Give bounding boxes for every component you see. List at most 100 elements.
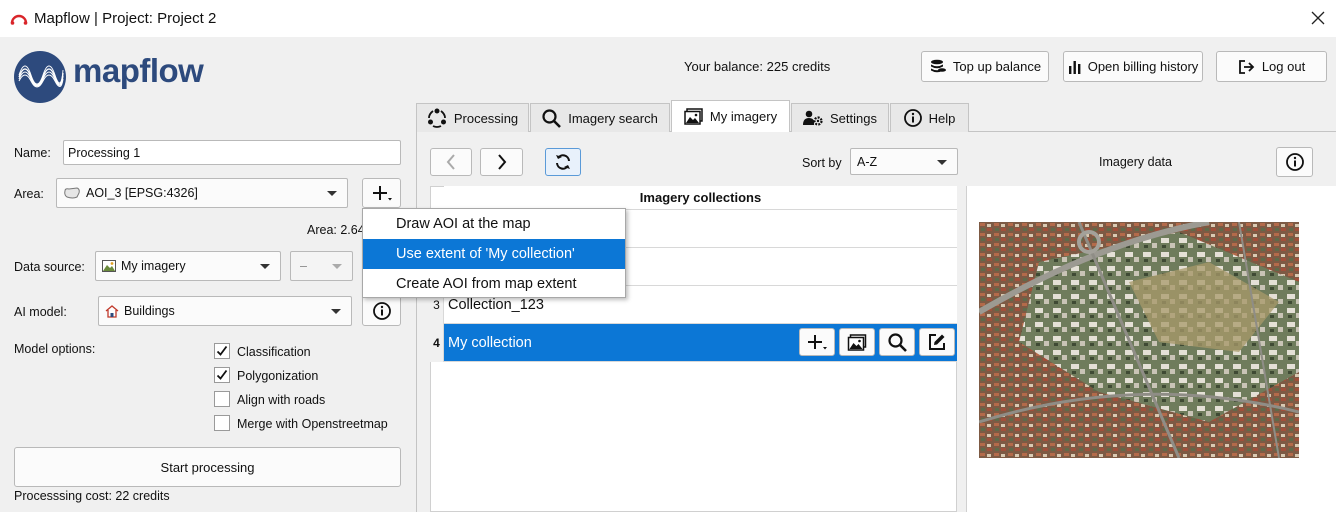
tab-settings-label: Settings [830,110,877,126]
area-add-menu: Draw AOI at the map Use extent of 'My co… [362,208,626,298]
name-input-value: Processing 1 [68,145,141,160]
log-out-button[interactable]: Log out [1216,51,1327,82]
menu-item-draw-aoi[interactable]: Draw AOI at the map [363,209,625,239]
merge-osm-checkbox[interactable] [214,415,230,431]
image-icon [847,333,867,351]
data-source-combobox[interactable]: My imagery [95,251,281,281]
chevron-down-icon [331,309,341,314]
data-source-secondary-combobox[interactable]: – [290,251,353,281]
checkmark-icon [216,345,228,356]
area-value: AOI_3 [EPSG:4326] [86,186,198,200]
tab-imagery-search[interactable]: Imagery search [530,103,670,132]
sort-by-combobox[interactable]: A-Z [850,148,958,175]
imagery-info-button[interactable] [1276,147,1313,177]
chevron-right-icon [497,154,506,170]
refresh-button[interactable] [545,148,581,176]
house-icon [105,304,119,318]
tab-my-imagery[interactable]: My imagery [671,100,790,132]
imagery-collections-header: Imagery collections [444,186,957,210]
data-source-value: My imagery [121,259,186,273]
sort-by-value: A-Z [857,154,878,169]
satellite-image-preview [979,222,1299,458]
info-icon [372,302,391,320]
top-up-balance-button[interactable]: Top up balance [921,51,1049,82]
add-image-button[interactable] [799,328,835,356]
checkmark-icon [216,369,228,380]
start-processing-label: Start processing [160,459,255,475]
chevron-left-icon [446,154,455,170]
search-icon [887,332,907,352]
row-actions [799,328,955,356]
coins-icon [930,59,946,72]
search-icon [542,108,562,128]
menu-item-use-collection-extent[interactable]: Use extent of 'My collection' [363,239,625,269]
selected-collection-row[interactable]: My collection [444,324,957,362]
area-label: Area: [14,187,44,201]
tab-settings[interactable]: Settings [791,103,889,132]
name-input[interactable]: Processing 1 [63,140,401,165]
mapflow-app-icon [10,14,28,25]
tab-processing[interactable]: Processing [416,103,529,132]
brand-wordmark: mapflow [73,52,204,89]
ai-model-combobox[interactable]: Buildings [98,296,352,326]
processing-cost-text: Processsing cost: 22 credits [14,489,170,503]
polygonization-label: Polygonization [237,369,319,383]
info-icon [903,109,922,127]
window-title: Mapflow | Project: Project 2 [34,10,217,27]
image-icon [102,260,116,272]
menu-item-aoi-from-map-extent[interactable]: Create AOI from map extent [363,269,625,299]
polygon-layer-icon [64,187,80,199]
area-combobox[interactable]: AOI_3 [EPSG:4326] [56,178,348,208]
edit-icon [929,334,945,350]
plus-dropdown-icon [372,186,392,201]
tab-my-imagery-label: My imagery [709,109,778,124]
collection-name: My collection [448,334,532,351]
tab-processing-label: Processing [453,110,519,126]
row-number: 4 [430,324,444,362]
chevron-down-icon [937,159,947,165]
search-collection-button[interactable] [879,328,915,356]
processing-icon [427,108,446,128]
log-out-icon [1238,59,1255,74]
refresh-icon [556,154,570,170]
classification-label: Classification [237,345,311,359]
table-row-selected[interactable]: 4 My collection [430,324,957,362]
ai-model-value: Buildings [124,304,175,318]
area-size-text: Area: 2.64 [307,223,365,237]
tab-help[interactable]: Help [890,103,969,132]
image-icon [684,108,703,125]
edit-collection-button[interactable] [919,328,955,356]
close-icon [1311,11,1325,25]
preview-collection-button[interactable] [839,328,875,356]
name-label: Name: [14,146,51,160]
top-up-balance-label: Top up balance [952,59,1042,74]
classification-checkbox[interactable] [214,343,230,359]
close-window-button[interactable] [1306,6,1330,30]
title-bar: Mapflow | Project: Project 2 [0,0,1336,37]
chevron-down-icon [332,264,342,269]
tab-imagery-search-label: Imagery search [568,110,658,126]
chevron-down-icon [327,191,337,196]
info-icon [1285,153,1304,171]
bar-chart-icon [1068,60,1081,74]
align-roads-checkbox[interactable] [214,391,230,407]
add-area-button[interactable] [362,178,401,208]
align-roads-label: Align with roads [237,393,326,407]
balance-text: Your balance: 225 credits [684,59,831,74]
previous-page-button[interactable] [430,148,472,176]
sort-by-label: Sort by [802,156,842,170]
users-gear-icon [803,110,823,126]
model-info-button[interactable] [362,296,401,326]
model-options-label: Model options: [14,342,96,356]
billing-history-label: Open billing history [1087,59,1199,74]
billing-history-button[interactable]: Open billing history [1063,51,1203,82]
tab-help-label: Help [928,110,956,126]
start-processing-button[interactable]: Start processing [14,447,401,487]
chevron-down-icon [260,264,270,269]
polygonization-checkbox[interactable] [214,367,230,383]
imagery-data-label: Imagery data [1099,155,1172,169]
next-page-button[interactable] [480,148,523,176]
data-source-label: Data source: [14,260,85,274]
plus-dropdown-icon [808,335,827,350]
mapflow-logo-icon [14,51,66,103]
